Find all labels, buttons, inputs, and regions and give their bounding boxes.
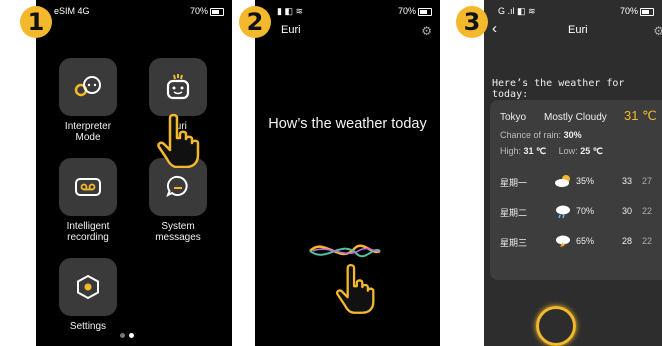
battery-icon bbox=[640, 7, 654, 16]
status-bar: ▮ ◧ ≋ 70% bbox=[255, 6, 440, 20]
page-indicator bbox=[120, 333, 134, 338]
gear-icon[interactable]: ⚙ bbox=[421, 24, 432, 38]
app-label: Intelligent recording bbox=[66, 221, 110, 243]
settings-app[interactable]: Settings bbox=[48, 258, 128, 332]
voice-assistant-ring[interactable] bbox=[536, 306, 576, 346]
weather-greeting: Here’s the weather for today: bbox=[492, 78, 625, 100]
low-label: Low: bbox=[558, 146, 578, 156]
forecast-chance: 70% bbox=[576, 206, 595, 216]
forecast-high: 33 bbox=[622, 176, 633, 186]
forecast-day: 星期一 bbox=[500, 178, 528, 188]
page-dot-active bbox=[129, 333, 134, 338]
message-bubble-icon bbox=[166, 175, 188, 198]
forecast-low: 27 bbox=[642, 176, 653, 186]
weather-condition: Mostly Cloudy bbox=[544, 112, 607, 123]
storm-cloud-icon bbox=[556, 235, 570, 248]
gear-icon[interactable]: ⚙ bbox=[653, 24, 662, 38]
forecast-low: 22 bbox=[642, 206, 653, 216]
weather-card: Tokyo Mostly Cloudy 31 ℃ Chance of rain:… bbox=[490, 100, 662, 280]
euri-robot-icon bbox=[166, 74, 190, 100]
signal-icon: G .ıl ◧ ≋ bbox=[498, 6, 536, 16]
euri-listening-screen: ▮ ◧ ≋ 70% ‹ Euri ⚙ How’s the weather tod… bbox=[255, 0, 440, 346]
high-value: 31 ℃ bbox=[523, 146, 547, 156]
rain-cloud-icon bbox=[556, 205, 570, 218]
step-3-badge: 3 bbox=[456, 6, 488, 38]
forecast-high: 30 bbox=[622, 206, 633, 216]
forecast-day: 星期三 bbox=[500, 238, 528, 248]
interpreter-mode-app[interactable]: Interpreter Mode bbox=[48, 58, 128, 143]
battery-percent: 70% bbox=[397, 6, 416, 16]
forecast-low: 22 bbox=[642, 236, 653, 246]
low-value: 25 ℃ bbox=[580, 146, 603, 156]
intelligent-recording-app[interactable]: Intelligent recording bbox=[48, 158, 128, 243]
interpreter-icon bbox=[74, 76, 101, 97]
weather-result-screen: G .ıl ◧ ≋ 70% ‹ Euri ⚙ Here’s the weathe… bbox=[484, 0, 662, 346]
battery-icon bbox=[418, 7, 432, 16]
system-messages-app[interactable]: System messages bbox=[138, 158, 218, 243]
forecast-row: 星期一 35% 33 27 bbox=[500, 174, 662, 190]
current-temp: 31 ℃ bbox=[624, 108, 657, 123]
battery-icon bbox=[210, 7, 224, 16]
nav-title: Euri bbox=[281, 24, 301, 36]
forecast-row: 星期三 65% 28 22 bbox=[500, 234, 662, 250]
step-1-badge: 1 bbox=[20, 6, 52, 38]
settings-hexagon-icon bbox=[77, 274, 99, 300]
step-2-badge: 2 bbox=[239, 6, 271, 38]
voice-query-text: How’s the weather today bbox=[268, 116, 427, 132]
forecast-chance: 65% bbox=[576, 236, 595, 246]
forecast-day: 星期二 bbox=[500, 208, 528, 218]
app-label: Interpreter Mode bbox=[64, 121, 112, 143]
forecast-row: 星期二 70% 30 22 bbox=[500, 204, 662, 220]
forecast-high: 28 bbox=[622, 236, 633, 246]
forecast-chance: 35% bbox=[576, 176, 595, 186]
nav-title: Euri bbox=[568, 24, 588, 36]
tap-hand-icon bbox=[157, 113, 200, 168]
battery-percent: 70% bbox=[619, 6, 638, 16]
status-bar: eSIM 4G 70% bbox=[36, 6, 232, 20]
partly-cloudy-icon bbox=[555, 175, 570, 187]
recording-icon bbox=[75, 178, 101, 196]
back-chevron-icon[interactable]: ‹ bbox=[492, 20, 497, 37]
status-bar: G .ıl ◧ ≋ 70% bbox=[484, 6, 662, 20]
high-label: High: bbox=[500, 146, 522, 156]
city-name: Tokyo bbox=[500, 112, 527, 123]
battery-percent: 70% bbox=[189, 6, 208, 16]
app-label: Settings bbox=[69, 321, 107, 332]
rain-value: 30% bbox=[563, 130, 582, 140]
home-screen: eSIM 4G 70% Interpreter Mode Euri bbox=[36, 0, 232, 346]
rain-label: Chance of rain: bbox=[500, 130, 562, 140]
page-dot bbox=[120, 333, 125, 338]
app-label: System messages bbox=[155, 221, 201, 243]
tap-hand-icon bbox=[335, 263, 375, 314]
